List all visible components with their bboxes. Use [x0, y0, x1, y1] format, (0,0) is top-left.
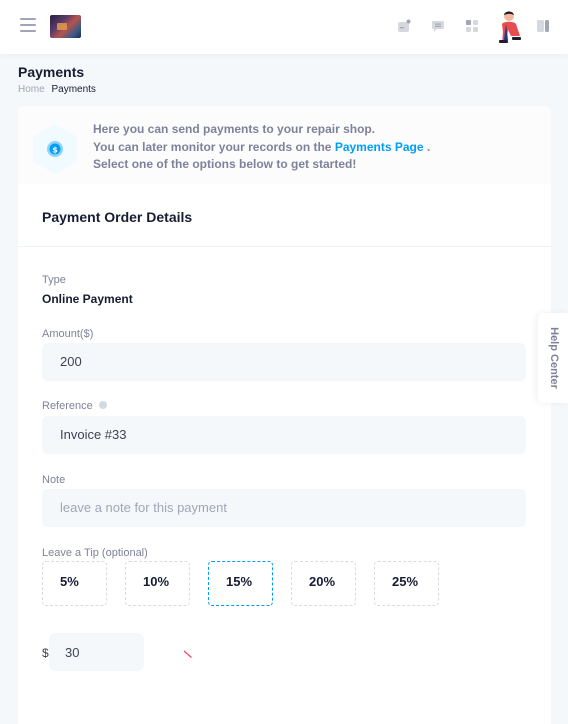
notice-line-2-prefix: You can later monitor your records on th…	[93, 139, 332, 154]
payment-card: $ Here you can send payments to your rep…	[18, 106, 551, 724]
notice-line-3: Select one of the options below to get s…	[93, 157, 357, 171]
tip-option-5[interactable]: 5%	[42, 561, 107, 606]
note-label: Note	[42, 474, 66, 486]
tip-option-25[interactable]: 25%	[374, 561, 439, 606]
dollar-icon: $	[30, 123, 80, 175]
type-value: Online Payment	[42, 292, 133, 306]
chat-icon[interactable]	[431, 19, 445, 33]
payments-page-link[interactable]: Payments Page	[335, 140, 424, 154]
currency-symbol: $	[42, 646, 49, 660]
top-bar	[0, 0, 568, 54]
reference-label: Reference	[42, 400, 107, 412]
panel-toggle-icon[interactable]	[536, 19, 550, 33]
clear-icon[interactable]	[183, 646, 193, 658]
svg-text:$: $	[52, 146, 58, 155]
user-avatar[interactable]	[494, 10, 524, 44]
amount-input[interactable]: 200	[42, 343, 526, 381]
help-center-label: Help Center	[548, 327, 560, 389]
help-center-tab[interactable]: Help Center	[538, 313, 568, 403]
notice-line-2: You can later monitor your records on th…	[93, 139, 430, 157]
note-input[interactable]: leave a note for this payment	[42, 489, 526, 527]
section-title: Payment Order Details	[42, 209, 193, 225]
app-logo[interactable]	[50, 15, 81, 38]
breadcrumb-current: Payments	[51, 84, 96, 95]
tip-option-10[interactable]: 10%	[125, 561, 190, 606]
type-label: Type	[42, 274, 66, 286]
tip-option-20[interactable]: 20%	[291, 561, 356, 606]
breadcrumb-home[interactable]: Home	[18, 84, 45, 95]
apps-icon[interactable]	[465, 19, 479, 33]
tip-label: Leave a Tip (optional)	[42, 547, 148, 559]
section-divider	[18, 246, 551, 247]
breadcrumb: Home Payments	[18, 84, 96, 95]
notification-icon[interactable]	[397, 19, 411, 33]
info-icon[interactable]	[98, 401, 107, 410]
menu-icon[interactable]	[20, 18, 36, 32]
reference-label-text: Reference	[42, 400, 93, 412]
page-title: Payments	[18, 64, 85, 80]
notice-text: Here you can send payments to your repai…	[93, 121, 430, 174]
amount-label: Amount($)	[42, 328, 94, 340]
tip-amount-input[interactable]: 30	[49, 633, 144, 671]
tip-option-15[interactable]: 15%	[208, 561, 273, 606]
notice-line-1: Here you can send payments to your repai…	[93, 122, 376, 136]
notice-line-2-suffix: .	[426, 139, 431, 154]
info-notice: $ Here you can send payments to your rep…	[18, 106, 551, 184]
reference-input[interactable]: Invoice #33	[42, 416, 526, 454]
